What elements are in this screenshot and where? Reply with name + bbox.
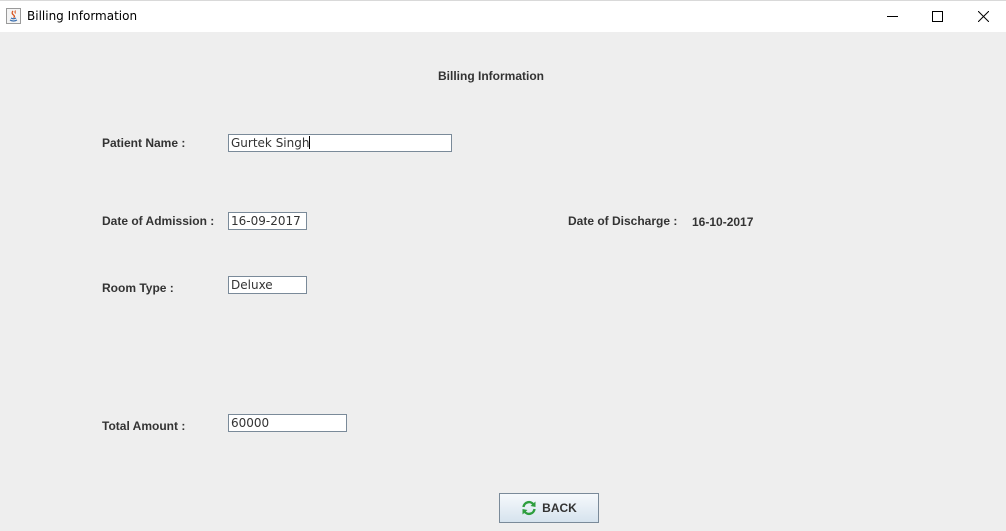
room-type-value: Deluxe xyxy=(231,278,273,292)
maximize-icon xyxy=(931,11,943,22)
room-type-field[interactable]: Deluxe xyxy=(228,276,307,294)
date-of-discharge-value: 16-10-2017 xyxy=(692,215,754,229)
total-amount-field[interactable]: 60000 xyxy=(228,414,347,432)
date-of-admission-value: 16-09-2017 xyxy=(231,214,301,228)
date-of-admission-label: Date of Admission : xyxy=(102,214,215,228)
total-amount-value: 60000 xyxy=(231,416,270,430)
close-button[interactable] xyxy=(960,1,1006,32)
back-button-label: BACK xyxy=(542,501,577,515)
patient-name-field[interactable]: Gurtek Singh xyxy=(228,134,452,152)
refresh-icon xyxy=(522,500,536,516)
close-icon xyxy=(977,11,989,22)
billing-window: Billing Information Billing Information … xyxy=(0,0,1006,531)
date-of-admission-field[interactable]: 16-09-2017 xyxy=(228,212,307,230)
minimize-button[interactable] xyxy=(869,1,915,32)
window-title: Billing Information xyxy=(27,9,138,23)
form-heading: Billing Information xyxy=(438,69,544,83)
java-app-icon xyxy=(6,8,21,24)
maximize-button[interactable] xyxy=(914,1,960,32)
total-amount-label: Total Amount : xyxy=(102,419,186,433)
room-type-label: Room Type : xyxy=(102,281,174,295)
back-button[interactable]: BACK xyxy=(499,493,599,523)
text-caret xyxy=(309,136,311,149)
title-bar: Billing Information xyxy=(0,1,1006,32)
date-of-discharge-label: Date of Discharge : xyxy=(568,214,678,228)
patient-name-value: Gurtek Singh xyxy=(231,136,310,150)
patient-name-label: Patient Name : xyxy=(102,136,186,150)
minimize-icon xyxy=(886,16,898,17)
